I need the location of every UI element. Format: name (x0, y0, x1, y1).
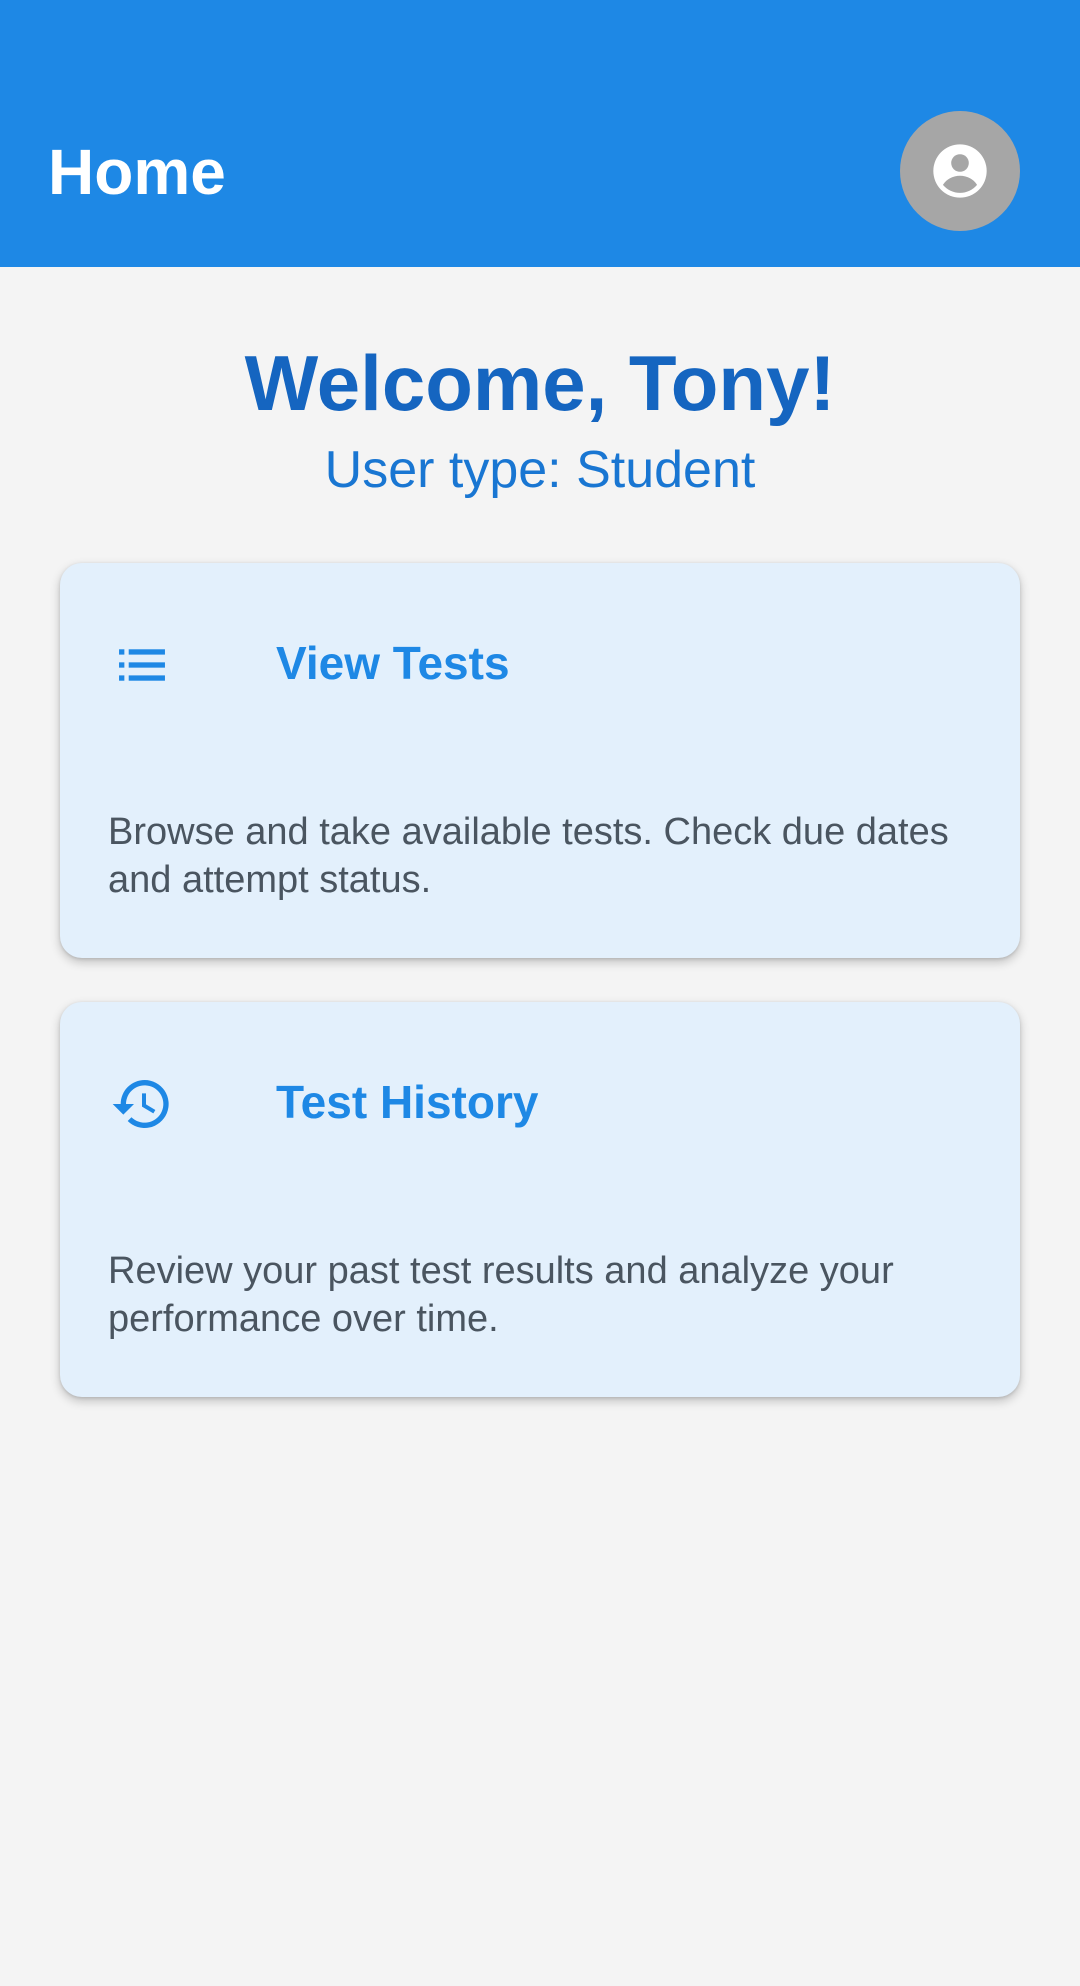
user-type-label: User type: Student (324, 441, 756, 499)
card-description: Review your past test results and analyz… (108, 1250, 894, 1340)
list-icon (110, 633, 174, 697)
welcome-heading: Welcome, Tony! (244, 339, 836, 427)
profile-avatar-button[interactable] (900, 111, 1020, 231)
card-title: Test History (276, 1076, 539, 1128)
card-title: View Tests (276, 637, 510, 689)
test-history-card[interactable]: Test History Review your past test resul… (60, 1002, 1020, 1397)
view-tests-card[interactable]: View Tests Browse and take available tes… (60, 563, 1020, 958)
history-icon (110, 1072, 174, 1136)
page-title: Home (48, 136, 226, 208)
card-description: Browse and take available tests. Check d… (108, 811, 949, 901)
account-circle-icon (928, 139, 992, 203)
app-bar: Home (0, 0, 1080, 267)
